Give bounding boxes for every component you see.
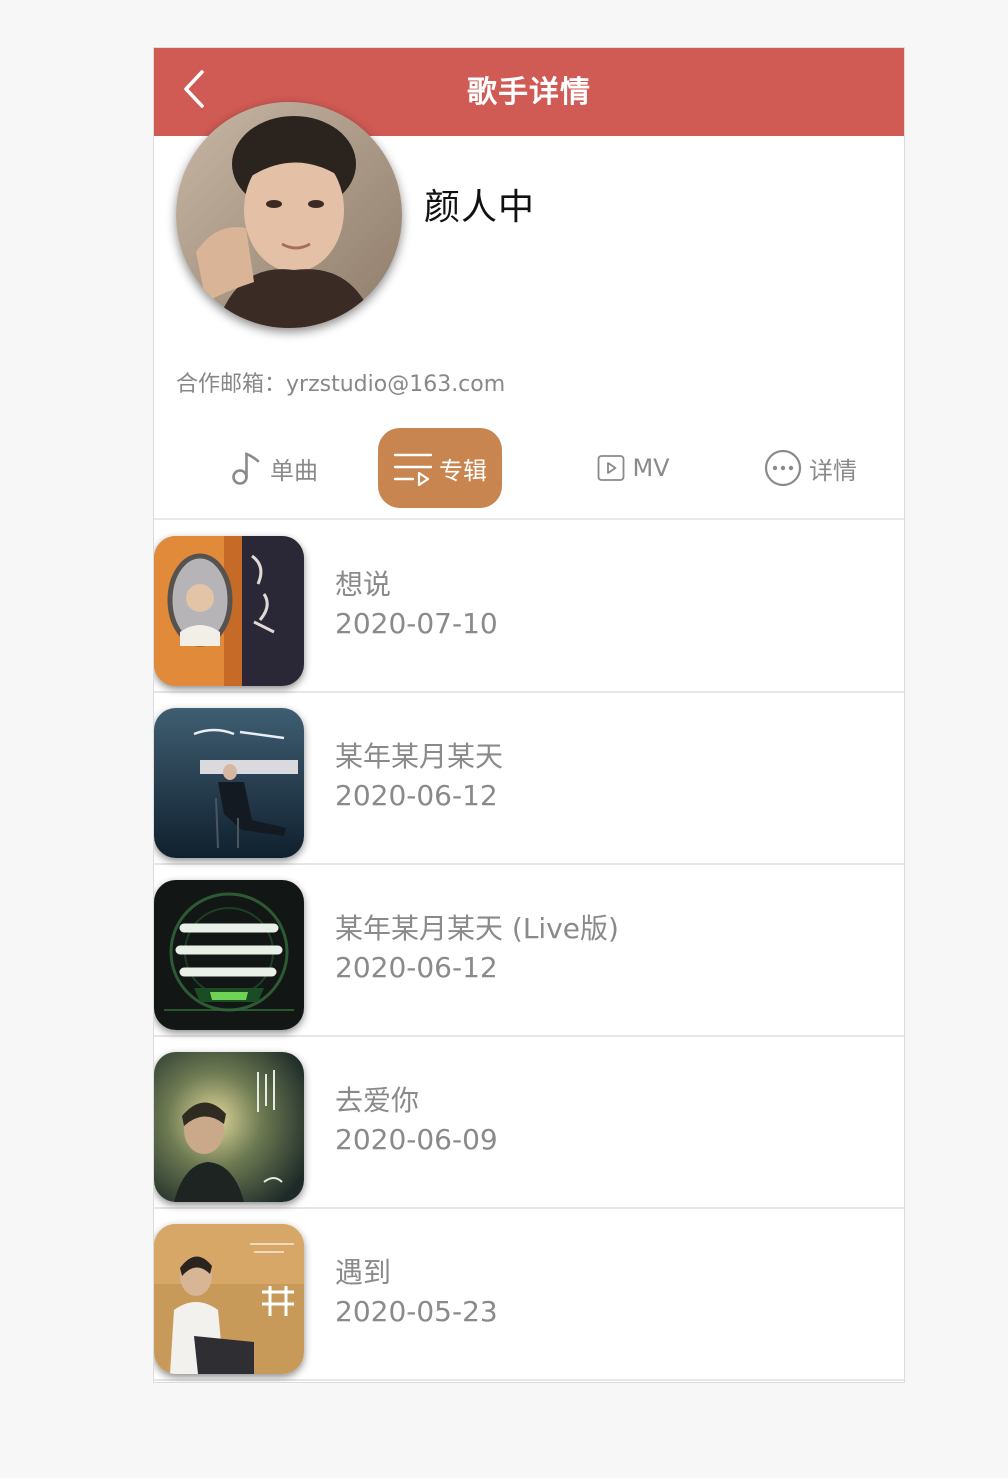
video-play-icon <box>598 455 625 481</box>
tab-details-label: 详情 <box>809 456 857 485</box>
singer-name: 颜人中 <box>424 187 536 228</box>
album-list-icon <box>393 453 433 486</box>
album-date: 2020-07-10 <box>335 607 498 640</box>
album-name: 去爱你 <box>335 1084 420 1117</box>
contact-info: 合作邮箱：yrzstudio@163.com <box>176 366 505 398</box>
contact-label: 合作邮箱： <box>176 372 287 397</box>
more-dots-icon <box>764 449 802 487</box>
tab-bar: 单曲 专辑 MV 详情 <box>154 428 904 520</box>
album-cover <box>154 1224 304 1374</box>
album-row[interactable]: 某年某月某天 (Live版) 2020-06-12 <box>154 863 904 1037</box>
album-row[interactable]: 想说 2020-07-10 <box>154 519 904 693</box>
singer-avatar <box>176 102 402 328</box>
phone-screen: 歌手详情 颜人中 合作邮箱：yrzstudio@163.com 单曲 专辑 MV… <box>153 47 905 1383</box>
album-date: 2020-05-23 <box>335 1295 498 1328</box>
contact-email: yrzstudio@163.com <box>286 372 506 397</box>
album-date: 2020-06-12 <box>335 779 498 812</box>
album-cover <box>154 708 304 858</box>
album-date: 2020-06-12 <box>335 951 498 984</box>
tab-albums-label: 专辑 <box>439 456 487 485</box>
tab-singles-label: 单曲 <box>270 456 318 485</box>
album-name: 想说 <box>335 568 392 601</box>
tab-mv-label: MV <box>632 454 670 482</box>
tab-details[interactable]: 详情 <box>750 428 870 508</box>
album-name: 遇到 <box>335 1256 392 1289</box>
album-name: 某年某月某天 <box>335 740 504 773</box>
album-name: 某年某月某天 (Live版) <box>335 912 619 945</box>
tab-albums[interactable]: 专辑 <box>378 428 502 508</box>
album-date: 2020-06-09 <box>335 1123 498 1156</box>
album-row[interactable]: 遇到 2020-05-23 <box>154 1207 904 1381</box>
album-cover <box>154 880 304 1030</box>
music-note-icon <box>232 452 260 485</box>
album-row[interactable]: 去爱你 2020-06-09 <box>154 1035 904 1209</box>
tab-mv[interactable]: MV <box>568 428 698 508</box>
album-cover <box>154 536 304 686</box>
tab-singles[interactable]: 单曲 <box>194 428 354 508</box>
album-cover <box>154 1052 304 1202</box>
album-row[interactable]: 某年某月某天 2020-06-12 <box>154 691 904 865</box>
